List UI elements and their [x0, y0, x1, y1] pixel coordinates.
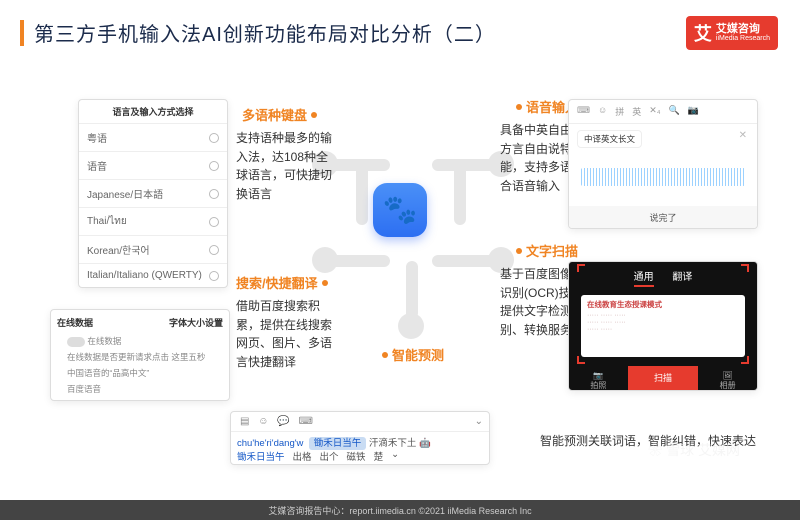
list-item[interactable]: 语音 [79, 151, 227, 179]
panel-ime-predict: ▤ ☺ 💬 ⌨ ⌄ chu'he'ri'dang'w 锄禾日当午 汗滴禾下土 🤖… [230, 411, 490, 465]
scan-corner-icon [741, 356, 749, 364]
slide-title: 第三方手机输入法AI创新功能布局对比分析（二） [34, 18, 496, 47]
baidu-logo: 🐾 [373, 183, 427, 237]
ime-pinyin: chu'he'ri'dang'w [237, 438, 303, 449]
dot-icon [516, 104, 522, 110]
expand-icon[interactable]: ⌄ [475, 416, 483, 427]
toggle-icon [67, 337, 85, 347]
connector-node [312, 247, 338, 273]
panel-language-select: 语言及输入方式选择 粤语 语音 Japanese/日本語 Thai/ไทย Ko… [78, 99, 228, 288]
panel-ocr: 通用 翻译 在线教育生态授课模式 ····· ····· ·········· … [568, 261, 758, 391]
list-item[interactable]: 粤语 [79, 123, 227, 151]
robot-icon: 🤖 [419, 438, 431, 449]
slide-title-row: 第三方手机输入法AI创新功能布局对比分析（二） [20, 18, 780, 47]
bubble-icon[interactable]: 💬 [277, 416, 289, 427]
list-item[interactable]: Italian/Italiano (QWERTY) [79, 263, 227, 287]
paw-icon: 🐾 [383, 193, 418, 226]
settings-left-label: 在线数据 [57, 316, 93, 329]
ime-candidate[interactable]: 锄禾日当午 [237, 449, 285, 463]
dot-icon [516, 248, 522, 254]
ime-candidate[interactable]: 楚 [374, 449, 384, 463]
ocr-gallery-button[interactable]: 🖼相册 [698, 366, 757, 390]
connector [356, 165, 368, 225]
ocr-camera-button[interactable]: 📷拍照 [569, 366, 628, 390]
brand-logo: 艾 艾媒咨询 iiMedia Research [686, 16, 778, 50]
voice-tab[interactable]: 英 [632, 105, 641, 118]
voice-waveform [581, 168, 745, 186]
voice-tab[interactable]: 拼 [615, 105, 624, 118]
menu-icon[interactable]: ▤ [240, 416, 249, 427]
list-item: 在线数据是否更新请求点击 这里五秒 [57, 349, 223, 365]
panel-settings: 在线数据 字体大小设置 在线数据 在线数据是否更新请求点击 这里五秒 中国语音的“… [50, 309, 230, 401]
ocr-card-title: 在线教育生态授课模式 [587, 299, 739, 310]
voice-done-button[interactable]: 说完了 [569, 206, 757, 228]
feature-multilang-label: 多语种键盘 [242, 105, 317, 124]
brand-logo-mark: 艾 [694, 20, 712, 46]
voice-toolbar: ⌨ ☺ 拼 英 ✕₄ 🔍 📷 [569, 100, 757, 124]
settings-right-label: 字体大小设置 [169, 316, 223, 329]
feature-search-desc: 借助百度搜索积累，提供在线搜索网页、图片、多语言快捷翻译 [236, 297, 336, 371]
dot-icon [311, 112, 317, 118]
feature-predict-desc: 智能预测关联词语，智能纠错，快速表达 [540, 432, 756, 451]
panel-voice-input: ⌨ ☺ 拼 英 ✕₄ 🔍 📷 中译英文长文 ✕ 说完了 [568, 99, 758, 229]
radio-icon [209, 161, 219, 171]
feature-multilang-desc: 支持语种最多的输入法，达108种全球语言，可快捷切换语言 [236, 129, 336, 203]
diagram-area: 🐾 多语种键盘 支持语种最多的输入法，达108种全球语言，可快捷切换语言 搜索/… [20, 55, 780, 485]
chevron-down-icon[interactable]: ⌄ [391, 449, 399, 463]
ocr-tab-general[interactable]: 通用 [634, 268, 654, 287]
ime-tail: 汗滴禾下土 [369, 438, 417, 449]
keyboard-icon[interactable]: ⌨ [298, 416, 312, 427]
ime-toolbar: ▤ ☺ 💬 ⌨ [237, 416, 316, 427]
ocr-tab-translate[interactable]: 翻译 [672, 268, 692, 285]
scan-corner-icon [577, 356, 585, 364]
radio-icon [209, 245, 219, 255]
connector-node [398, 313, 424, 339]
scan-corner-icon [577, 264, 585, 272]
list-item[interactable]: Korean/한국어 [79, 235, 227, 263]
list-item[interactable]: Japanese/日本語 [79, 179, 227, 207]
list-item[interactable]: Thai/ไทย [79, 207, 227, 235]
footer-bar: 艾媒咨询报告中心：report.iimedia.cn ©2021 iiMedia… [0, 500, 800, 520]
list-item: 百度语音 [57, 381, 223, 397]
close-icon[interactable]: ✕ [739, 130, 747, 141]
ime-candidate[interactable]: 磁铁 [347, 449, 366, 463]
radio-icon [209, 133, 219, 143]
feature-search-label: 搜索/快捷翻译 [236, 273, 328, 292]
connector [454, 165, 466, 225]
feature-predict-label: 智能预测 [382, 345, 444, 364]
dot-icon [322, 280, 328, 286]
brand-name-cn: 艾媒咨询 [716, 24, 770, 36]
panel-language-header: 语言及输入方式选择 [79, 100, 227, 123]
ime-candidate[interactable]: 出个 [320, 449, 339, 463]
dot-icon [382, 352, 388, 358]
translate-icon[interactable]: ✕₄ [649, 105, 660, 118]
search-icon[interactable]: 🔍 [668, 105, 679, 118]
radio-icon [209, 189, 219, 199]
list-item: 中国语音的“品高中文” [57, 365, 223, 381]
smile-icon[interactable]: ☺ [598, 105, 607, 118]
feature-ocr-label: 文字扫描 [516, 241, 578, 260]
voice-mode-chip[interactable]: 中译英文长文 [577, 130, 642, 148]
keyboard-icon[interactable]: ⌨ [577, 105, 590, 118]
scan-corner-icon [741, 264, 749, 272]
ocr-scan-button[interactable]: 扫描 [628, 366, 699, 390]
radio-icon [209, 217, 219, 227]
radio-icon [209, 271, 219, 281]
smile-icon[interactable]: ☺ [258, 416, 268, 427]
ocr-preview-card: 在线教育生态授课模式 ····· ····· ·········· ····· … [581, 295, 745, 357]
connector [406, 261, 418, 319]
ime-candidate[interactable]: 出格 [293, 449, 312, 463]
title-accent-bar [20, 20, 24, 46]
brand-name-en: iiMedia Research [716, 35, 770, 42]
camera-icon[interactable]: 📷 [688, 105, 699, 118]
settings-toggle-row[interactable]: 在线数据 [57, 333, 223, 349]
